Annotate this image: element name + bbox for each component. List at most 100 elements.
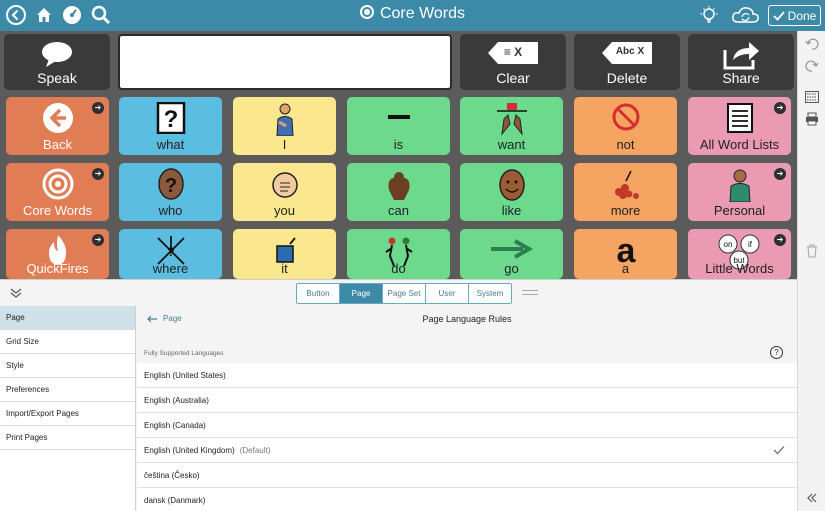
done-button[interactable]: Done: [768, 5, 821, 26]
tile-label: you: [274, 203, 295, 218]
folder-link-icon: ➔: [92, 102, 104, 114]
delete-button[interactable]: Abc X Delete: [574, 34, 680, 90]
tile-label: QuickFires: [26, 261, 89, 276]
language-row[interactable]: čeština (Česko): [137, 463, 797, 488]
language-row[interactable]: English (Australia): [137, 388, 797, 413]
tile-label: I: [282, 137, 287, 152]
tile-label: not: [616, 137, 635, 152]
question-card-icon: ?: [119, 102, 222, 134]
strong-arm-icon: [347, 168, 450, 202]
tab-button[interactable]: Button: [297, 284, 340, 303]
sidebar-item-print-pages[interactable]: Print Pages: [0, 426, 135, 450]
folder-link-icon: ➔: [92, 234, 104, 246]
section-label: Fully Supported Languages: [144, 350, 224, 357]
right-arrow-icon: [460, 234, 563, 264]
tile-do[interactable]: do: [347, 229, 450, 279]
dash-icon: [347, 102, 450, 132]
tile-label: can: [388, 203, 409, 218]
tile-label: Core Words: [22, 203, 93, 218]
tab-user[interactable]: User: [426, 284, 469, 303]
language-name: English (United States): [144, 370, 226, 380]
want-hands-icon: [460, 102, 563, 136]
tile-label: is: [393, 137, 404, 152]
cloud-sync-icon[interactable]: [730, 4, 762, 26]
folder-link-icon: ➔: [92, 168, 104, 180]
tile-label: like: [501, 203, 522, 218]
tile-label: what: [156, 137, 185, 152]
settings-content: Page Page Language Rules Fully Supported…: [137, 306, 797, 511]
expand-left-icon[interactable]: [804, 490, 820, 506]
sidebar-item-import-export-pages[interactable]: Import/Export Pages: [0, 402, 135, 426]
redo-icon[interactable]: [804, 58, 820, 74]
tile-want[interactable]: want: [460, 97, 563, 155]
tab-page-set[interactable]: Page Set: [383, 284, 426, 303]
folder-link-icon: ➔: [774, 168, 786, 180]
speak-button[interactable]: Speak: [4, 34, 110, 90]
language-row[interactable]: English (United States): [137, 363, 797, 388]
sidebar-item-preferences[interactable]: Preferences: [0, 378, 135, 402]
language-name: English (Canada): [144, 420, 206, 430]
tile-where[interactable]: ? where: [119, 229, 222, 279]
tab-page[interactable]: Page: [340, 284, 383, 303]
person-self-icon: [233, 102, 336, 136]
question-head-icon: ?: [119, 168, 222, 202]
tile-it[interactable]: it: [233, 229, 336, 279]
tile-label: All Word Lists: [699, 137, 780, 152]
checkmark-icon: [773, 10, 785, 21]
folder-link-icon: ➔: [774, 102, 786, 114]
communication-board: Speak ≡ X Clear Abc X Delete Share Back ➔…: [0, 31, 797, 279]
tile-core-words[interactable]: Core Words ➔: [6, 163, 109, 221]
sidebar-item-grid-size[interactable]: Grid Size: [0, 330, 135, 354]
language-list: English (United States) English (Australi…: [137, 363, 797, 511]
tile-personal[interactable]: Personal ➔: [688, 163, 791, 221]
lightbulb-icon[interactable]: [698, 4, 720, 26]
tile-is[interactable]: is: [347, 97, 450, 155]
language-row[interactable]: English (United Kingdom) (Default): [137, 438, 797, 463]
undo-icon[interactable]: [804, 36, 820, 52]
share-button[interactable]: Share: [688, 34, 794, 90]
core-target-icon: [359, 5, 374, 19]
pointing-icon: [233, 168, 336, 202]
tile-label: more: [610, 203, 641, 218]
message-bar[interactable]: [118, 34, 452, 90]
tile-what[interactable]: ? what: [119, 97, 222, 155]
help-icon[interactable]: ?: [770, 346, 783, 359]
tile-little-words[interactable]: on if but Little Words ➔: [688, 229, 791, 279]
settings-tabs: Button Page Page Set User System: [296, 283, 512, 304]
resize-grip-icon[interactable]: [522, 290, 538, 295]
tile-quickfires[interactable]: QuickFires ➔: [6, 229, 109, 279]
tile-more[interactable]: more: [574, 163, 677, 221]
keyboard-icon[interactable]: [804, 89, 820, 105]
tile-not[interactable]: not: [574, 97, 677, 155]
print-icon[interactable]: [804, 111, 820, 127]
tile-back[interactable]: Back ➔: [6, 97, 109, 155]
right-toolbar: [797, 31, 825, 511]
tile-label: a: [621, 261, 630, 276]
language-row[interactable]: English (Canada): [137, 413, 797, 438]
tile-label: who: [158, 203, 183, 218]
default-badge: (Default): [239, 445, 271, 455]
tile-who[interactable]: ? who: [119, 163, 222, 221]
tile-i[interactable]: I: [233, 97, 336, 155]
tile-label: want: [497, 137, 526, 152]
tile-like[interactable]: like: [460, 163, 563, 221]
language-name: čeština (Česko): [144, 470, 200, 480]
tile-label: do: [391, 261, 406, 276]
sidebar-item-page[interactable]: Page: [0, 306, 135, 330]
smiling-face-icon: [460, 168, 563, 202]
tile-go[interactable]: go: [460, 229, 563, 279]
collapse-panel-icon[interactable]: [10, 287, 22, 301]
tile-label: Little Words: [705, 261, 774, 276]
tile-all-word-lists[interactable]: All Word Lists ➔: [688, 97, 791, 155]
clear-button[interactable]: ≡ X Clear: [460, 34, 566, 90]
tile-label: Back: [43, 137, 72, 152]
tile-label: Personal: [713, 203, 766, 218]
tile-a[interactable]: aa: [574, 229, 677, 279]
language-row[interactable]: dansk (Danmark): [137, 488, 797, 511]
tab-system[interactable]: System: [469, 284, 511, 303]
trash-icon[interactable]: [804, 243, 820, 259]
tile-you[interactable]: you: [233, 163, 336, 221]
sidebar-item-style[interactable]: Style: [0, 354, 135, 378]
speech-bubble-icon: [4, 40, 110, 68]
tile-can[interactable]: can: [347, 163, 450, 221]
